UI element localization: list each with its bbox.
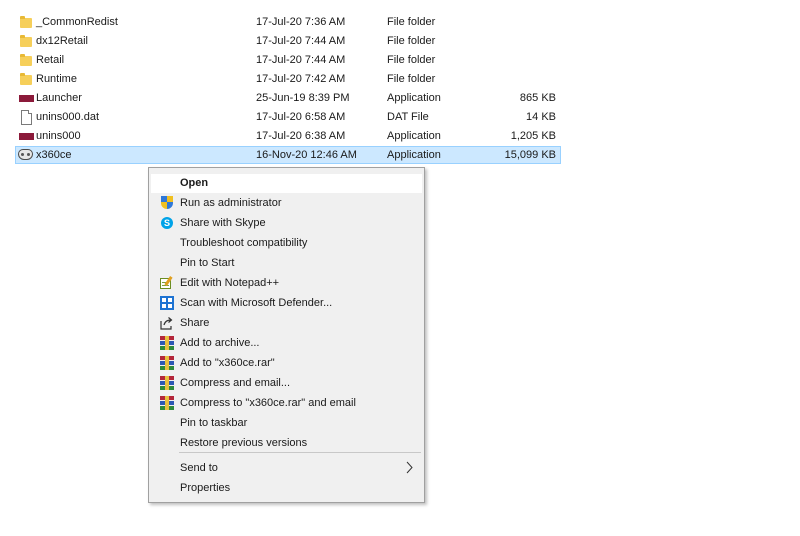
menu-item-pin-to-start[interactable]: Pin to Start <box>151 254 422 273</box>
file-type: Application <box>387 149 441 161</box>
menu-item-compress-and-email[interactable]: Compress and email... <box>151 374 422 393</box>
menu-item-properties[interactable]: Properties <box>151 479 422 498</box>
skype-icon: S <box>160 216 174 230</box>
menu-item-add-to-archive[interactable]: Add to archive... <box>151 334 422 353</box>
menu-item-label: Restore previous versions <box>180 437 308 449</box>
menu-item-label: Send to <box>180 462 218 474</box>
winrar-icon <box>160 336 174 350</box>
file-row-launcher[interactable]: Launcher 25-Jun-19 8:39 PM Application 865 … <box>15 89 561 107</box>
share-icon <box>160 316 174 330</box>
menu-separator <box>179 452 421 453</box>
menu-item-scan-with-microsoft-defender[interactable]: Scan with Microsoft Defender... <box>151 294 422 313</box>
folder-icon <box>18 15 34 29</box>
file-size: 14 KB <box>526 111 556 123</box>
file-row-unins000-dat[interactable]: unins000.dat 17-Jul-20 6:58 AM DAT File 14 … <box>15 108 561 126</box>
file-date-modified: 25-Jun-19 8:39 PM <box>256 92 350 104</box>
menu-item-send-to[interactable]: Send to <box>151 459 422 478</box>
menu-item-share[interactable]: Share <box>151 314 422 333</box>
menu-item-label: Troubleshoot compatibility <box>180 237 308 249</box>
menu-item-edit-with-notepad[interactable]: Edit with Notepad++ <box>151 274 422 293</box>
winrar-icon <box>160 396 174 410</box>
winrar-icon <box>160 356 174 370</box>
file-type: File folder <box>387 16 436 28</box>
menu-item-label: Add to archive... <box>180 337 260 349</box>
file-size: 15,099 KB <box>504 149 556 161</box>
file-date-modified: 17-Jul-20 7:36 AM <box>256 16 346 28</box>
chevron-right-icon <box>406 461 413 474</box>
file-name: Runtime <box>36 73 77 85</box>
menu-item-compress-to-x360ce-rar-and-email[interactable]: Compress to "x360ce.rar" and email <box>151 394 422 413</box>
winrar-icon <box>160 376 174 390</box>
file-name: _CommonRedist <box>36 16 118 28</box>
menu-item-label: Edit with Notepad++ <box>180 277 280 289</box>
file-row-retail[interactable]: Retail 17-Jul-20 7:44 AM File folder <box>15 51 561 69</box>
menu-item-label: Compress to "x360ce.rar" and email <box>180 397 356 409</box>
notepad-plus-plus-icon <box>160 276 174 290</box>
file-type: DAT File <box>387 111 429 123</box>
file-type: File folder <box>387 73 436 85</box>
file-row-runtime[interactable]: Runtime 17-Jul-20 7:42 AM File folder <box>15 70 561 88</box>
folder-icon <box>18 53 34 67</box>
defender-icon <box>160 296 174 310</box>
gamepad-icon <box>18 148 34 162</box>
file-name: x360ce <box>36 149 72 161</box>
menu-item-label: Add to "x360ce.rar" <box>180 357 275 369</box>
file-name: Retail <box>36 54 65 66</box>
context-menu: Open Run as administrator S Share with Skyp… <box>148 167 425 503</box>
file-name: Launcher <box>36 92 82 104</box>
menu-item-label: Pin to Start <box>180 257 235 269</box>
folder-icon <box>18 34 34 48</box>
menu-item-open[interactable]: Open <box>151 174 422 193</box>
menu-item-add-to-x360ce-rar[interactable]: Add to "x360ce.rar" <box>151 354 422 373</box>
file-row-commonredist[interactable]: _CommonRedist 17-Jul-20 7:36 AM File folde… <box>15 13 561 31</box>
file-name: dx12Retail <box>36 35 88 47</box>
file-size: 865 KB <box>519 92 556 104</box>
folder-icon <box>18 72 34 86</box>
file-date-modified: 17-Jul-20 7:44 AM <box>256 35 346 47</box>
menu-item-label: Properties <box>180 482 231 494</box>
file-type: File folder <box>387 35 436 47</box>
file-row-unins000[interactable]: unins000 17-Jul-20 6:38 AM Application 1,20… <box>15 127 561 145</box>
file-list: _CommonRedist 17-Jul-20 7:36 AM File folde… <box>15 13 561 165</box>
menu-item-troubleshoot-compatibility[interactable]: Troubleshoot compatibility <box>151 234 422 253</box>
menu-item-label: Share with Skype <box>180 217 266 229</box>
file-row-x360ce[interactable]: x360ce 16-Nov-20 12:46 AM Application 15,09… <box>15 146 561 164</box>
menu-item-label: Compress and email... <box>180 377 291 389</box>
document-icon <box>18 110 34 125</box>
uac-shield-icon <box>160 196 174 210</box>
menu-item-share-with-skype[interactable]: S Share with Skype <box>151 214 422 233</box>
file-date-modified: 17-Jul-20 6:58 AM <box>256 111 346 123</box>
menu-item-label: Run as administrator <box>180 197 282 209</box>
file-row-dx12retail[interactable]: dx12Retail 17-Jul-20 7:44 AM File folder <box>15 32 561 50</box>
file-size: 1,205 KB <box>510 130 556 142</box>
file-type: Application <box>387 92 441 104</box>
file-date-modified: 17-Jul-20 7:42 AM <box>256 73 346 85</box>
file-date-modified: 17-Jul-20 7:44 AM <box>256 54 346 66</box>
file-name: unins000.dat <box>36 111 99 123</box>
file-date-modified: 16-Nov-20 12:46 AM <box>256 149 357 161</box>
menu-item-label: Pin to taskbar <box>180 417 248 429</box>
menu-item-pin-to-taskbar[interactable]: Pin to taskbar <box>151 414 422 433</box>
menu-item-restore-previous-versions[interactable]: Restore previous versions <box>151 434 422 453</box>
menu-item-label: Share <box>180 317 210 329</box>
application-icon <box>18 91 34 105</box>
file-type: File folder <box>387 54 436 66</box>
menu-item-label: Scan with Microsoft Defender... <box>180 297 333 309</box>
application-icon <box>18 129 34 143</box>
file-name: unins000 <box>36 130 81 142</box>
menu-item-run-as-administrator[interactable]: Run as administrator <box>151 194 422 213</box>
file-type: Application <box>387 130 441 142</box>
menu-item-label: Open <box>180 177 209 189</box>
file-date-modified: 17-Jul-20 6:38 AM <box>256 130 346 142</box>
